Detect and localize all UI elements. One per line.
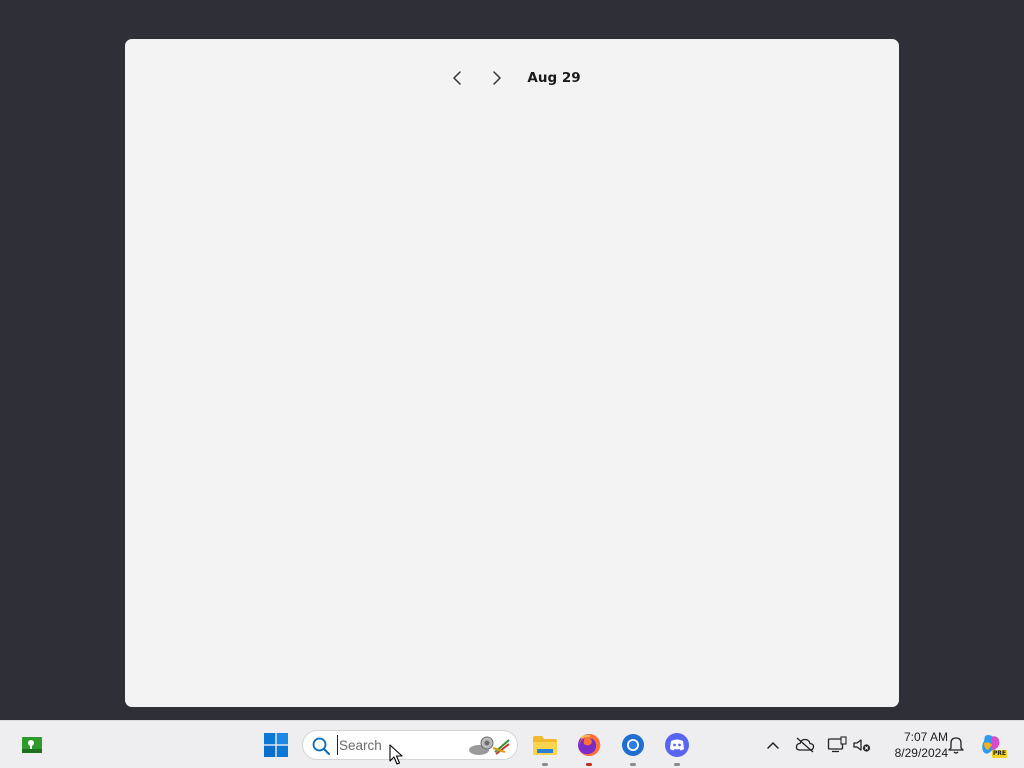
copilot-preview-badge: PRE (991, 750, 1007, 758)
onedrive-button[interactable] (793, 733, 817, 757)
running-indicator-active (586, 763, 592, 766)
firefox-icon (578, 733, 601, 756)
discord-icon (665, 733, 689, 757)
widgets-icon (22, 737, 42, 753)
volume-button[interactable] (850, 733, 874, 757)
windows-logo-icon (264, 733, 288, 757)
clock-time: 7:07 AM (903, 730, 948, 744)
show-hidden-icons-button[interactable] (761, 733, 785, 757)
notifications-button[interactable] (944, 733, 968, 757)
taskbar-clock[interactable]: 7:07 AM 8/29/2024 (876, 729, 948, 763)
running-indicator (630, 763, 636, 766)
search-icon (311, 736, 331, 756)
display-button[interactable] (825, 733, 849, 757)
running-indicator (542, 763, 548, 766)
firefox-button[interactable] (573, 729, 605, 766)
discord-button[interactable] (661, 729, 693, 766)
next-day-button[interactable] (480, 61, 514, 95)
previous-day-button[interactable] (440, 61, 474, 95)
chevron-right-icon (493, 71, 502, 85)
bell-icon (948, 737, 964, 754)
search-input[interactable] (337, 735, 459, 755)
chevron-up-icon (767, 741, 779, 749)
widgets-button[interactable] (18, 733, 46, 757)
start-button[interactable] (262, 731, 290, 759)
folder-icon (533, 736, 557, 755)
monitor-icon (827, 736, 847, 753)
chrome-icon (622, 734, 644, 756)
file-explorer-button[interactable] (529, 729, 561, 766)
taskbar: 7:07 AM 8/29/2024 PRE (0, 720, 1024, 768)
calendar-panel: Aug 29 (125, 39, 899, 707)
running-indicator (674, 763, 680, 766)
copilot-button[interactable]: PRE (979, 733, 1007, 758)
search-highlight-icon (465, 734, 511, 758)
current-date-label[interactable]: Aug 29 (527, 70, 580, 86)
chrome-button[interactable] (617, 729, 649, 766)
taskbar-search-box[interactable] (302, 730, 518, 760)
clock-date: 8/29/2024 (894, 746, 948, 760)
calendar-header: Aug 29 (125, 61, 899, 95)
cloud-offline-icon (795, 737, 815, 753)
chevron-left-icon (453, 71, 462, 85)
speaker-muted-icon (853, 739, 871, 752)
